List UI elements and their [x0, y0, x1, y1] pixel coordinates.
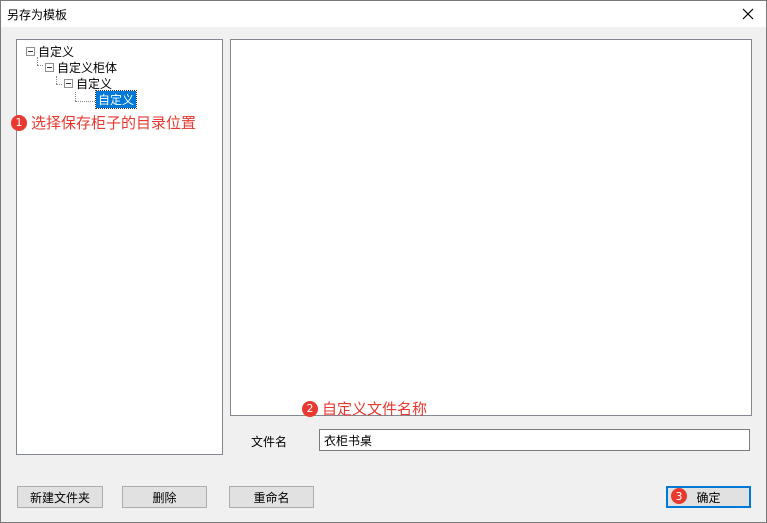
- annotation-text: 选择保存柜子的目录位置: [31, 114, 197, 132]
- folder-tree[interactable]: 自定义 自定义柜体 自定义 自定义 1 选择保存柜子的目录位置: [11, 39, 223, 455]
- step-3-badge: 3: [671, 488, 687, 504]
- tree-connector: [56, 84, 62, 85]
- filename-input[interactable]: [319, 429, 750, 451]
- tree-node-root[interactable]: 自定义: [26, 43, 74, 60]
- new-folder-button[interactable]: 新建文件夹: [17, 486, 103, 508]
- title-bar: 另存为模板: [1, 1, 766, 27]
- tree-connector: [37, 65, 43, 66]
- ok-label: 确定: [696, 490, 721, 505]
- tree-node-selected[interactable]: 自定义: [94, 90, 138, 109]
- close-icon: [742, 8, 754, 20]
- tree-connector: [56, 76, 57, 84]
- close-button[interactable]: [730, 1, 766, 27]
- tree-node-label: 自定义: [76, 77, 113, 91]
- rename-button[interactable]: 重命名: [229, 486, 314, 508]
- tree-node-custom[interactable]: 自定义: [64, 75, 112, 92]
- tree-connector: [75, 92, 76, 101]
- filename-label: 文件名: [251, 435, 288, 449]
- tree-node-cabinet[interactable]: 自定义柜体: [45, 59, 117, 76]
- tree-node-label: 自定义: [38, 45, 75, 59]
- delete-button[interactable]: 删除: [122, 486, 207, 508]
- annotation-step-1: 1 选择保存柜子的目录位置: [11, 112, 196, 133]
- collapse-icon[interactable]: [64, 79, 73, 88]
- tree-node-label: 自定义柜体: [57, 61, 118, 75]
- template-list[interactable]: [230, 39, 752, 416]
- tree-node-label: 自定义: [94, 90, 138, 109]
- step-badge: 1: [11, 114, 27, 131]
- annotation-step-2: 2 自定义文件名称: [302, 398, 427, 419]
- save-as-template-dialog: 另存为模板 自定义 自定义柜体 自定义 自定义 1 选择保存柜子的目录位置 2 …: [0, 0, 767, 523]
- step-badge: 2: [302, 400, 318, 417]
- dialog-title: 另存为模板: [7, 8, 68, 22]
- collapse-icon[interactable]: [45, 63, 54, 72]
- annotation-text: 自定义文件名称: [322, 400, 428, 418]
- collapse-icon[interactable]: [26, 47, 35, 56]
- tree-connector: [75, 101, 95, 102]
